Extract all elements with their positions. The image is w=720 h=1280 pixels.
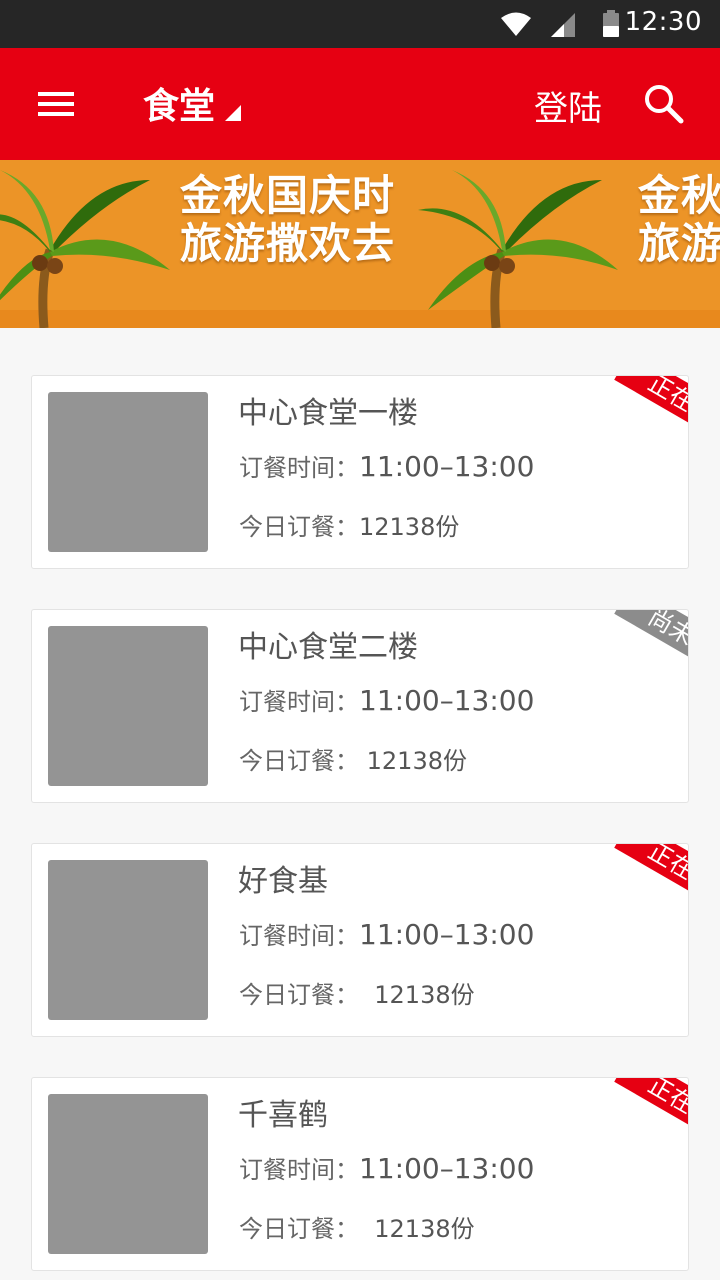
status-ribbon: 正在营业 <box>614 376 688 460</box>
title-dropdown[interactable]: 食堂 <box>143 78 242 128</box>
order-count-row: 今日订餐：12138份 <box>239 507 459 542</box>
banner-line-2: 旅游 <box>638 219 720 268</box>
order-time-value: 11:00–13:00 <box>359 1152 535 1185</box>
order-count-value: 12138份 <box>359 513 460 541</box>
order-time-value: 11:00–13:00 <box>359 684 535 717</box>
status-ribbon: 正在营业 <box>614 1078 688 1162</box>
caret-down-icon <box>225 105 242 121</box>
banner-line-1: 金秋国庆时 <box>180 171 396 220</box>
status-ribbon: 尚未营业 <box>614 610 688 694</box>
order-count-value: 12138份 <box>359 1215 475 1243</box>
order-time-label: 订餐时间： <box>239 688 359 716</box>
order-time-row: 订餐时间：11:00–13:00 <box>239 682 534 717</box>
banner-slide: 金秋 旅游 <box>418 160 720 328</box>
menu-icon[interactable] <box>38 86 74 122</box>
login-button[interactable]: 登陆 <box>534 81 602 130</box>
status-time: 12:30 <box>624 7 702 37</box>
order-count-label: 今日订餐： <box>239 747 359 775</box>
canteen-thumbnail <box>48 392 208 552</box>
canteen-thumbnail <box>48 626 208 786</box>
order-time-value: 11:00–13:00 <box>359 918 535 951</box>
status-ribbon: 正在营业 <box>614 844 688 928</box>
order-count-row: 今日订餐： 12138份 <box>239 975 475 1010</box>
order-time-label: 订餐时间： <box>239 1156 359 1184</box>
canteen-name: 千喜鹤 <box>238 1098 328 1133</box>
canteen-name: 好食基 <box>238 864 328 899</box>
banner-line-2: 旅游撒欢去 <box>180 219 396 268</box>
order-count-value: 12138份 <box>359 747 467 775</box>
palm-tree-icon <box>418 170 618 328</box>
canteen-name: 中心食堂二楼 <box>238 630 418 665</box>
canteen-card[interactable]: 千喜鹤 订餐时间：11:00–13:00 今日订餐： 12138份 正在营业 <box>31 1077 689 1271</box>
order-time-value: 11:00–13:00 <box>359 450 535 483</box>
wifi-icon <box>500 11 532 41</box>
canteen-card[interactable]: 中心食堂一楼 订餐时间：11:00–13:00 今日订餐：12138份 正在营业 <box>31 375 689 569</box>
order-count-row: 今日订餐： 12138份 <box>239 1209 475 1244</box>
order-count-row: 今日订餐： 12138份 <box>239 741 467 776</box>
order-time-row: 订餐时间：11:00–13:00 <box>239 916 534 951</box>
banner-slide: 金秋国庆时 旅游撒欢去 <box>0 160 418 328</box>
page-title: 食堂 <box>143 86 216 127</box>
canteen-thumbnail <box>48 1094 208 1254</box>
canteen-card[interactable]: 中心食堂二楼 订餐时间：11:00–13:00 今日订餐： 12138份 尚未营… <box>31 609 689 803</box>
canteen-card[interactable]: 好食基 订餐时间：11:00–13:00 今日订餐： 12138份 正在营业 <box>31 843 689 1037</box>
battery-icon <box>602 10 620 42</box>
order-time-label: 订餐时间： <box>239 922 359 950</box>
order-time-label: 订餐时间： <box>239 454 359 482</box>
search-icon[interactable] <box>642 82 686 126</box>
order-time-row: 订餐时间：11:00–13:00 <box>239 1150 534 1185</box>
banner-line-1: 金秋 <box>638 171 720 220</box>
order-count-label: 今日订餐： <box>239 513 359 541</box>
banner-text: 金秋国庆时 旅游撒欢去 <box>180 172 395 268</box>
app-bar: 食堂 登陆 <box>0 48 720 160</box>
order-count-value: 12138份 <box>359 981 475 1009</box>
palm-tree-icon <box>0 170 170 328</box>
canteen-thumbnail <box>48 860 208 1020</box>
promo-banner[interactable]: 金秋国庆时 旅游撒欢去 金秋 旅游 <box>0 160 720 328</box>
signal-icon <box>550 12 576 42</box>
banner-text: 金秋 旅游 <box>638 172 720 268</box>
order-count-label: 今日订餐： <box>239 981 359 1009</box>
status-bar: 12:30 <box>0 0 720 48</box>
canteen-name: 中心食堂一楼 <box>238 396 418 431</box>
order-count-label: 今日订餐： <box>239 1215 359 1243</box>
order-time-row: 订餐时间：11:00–13:00 <box>239 448 534 483</box>
